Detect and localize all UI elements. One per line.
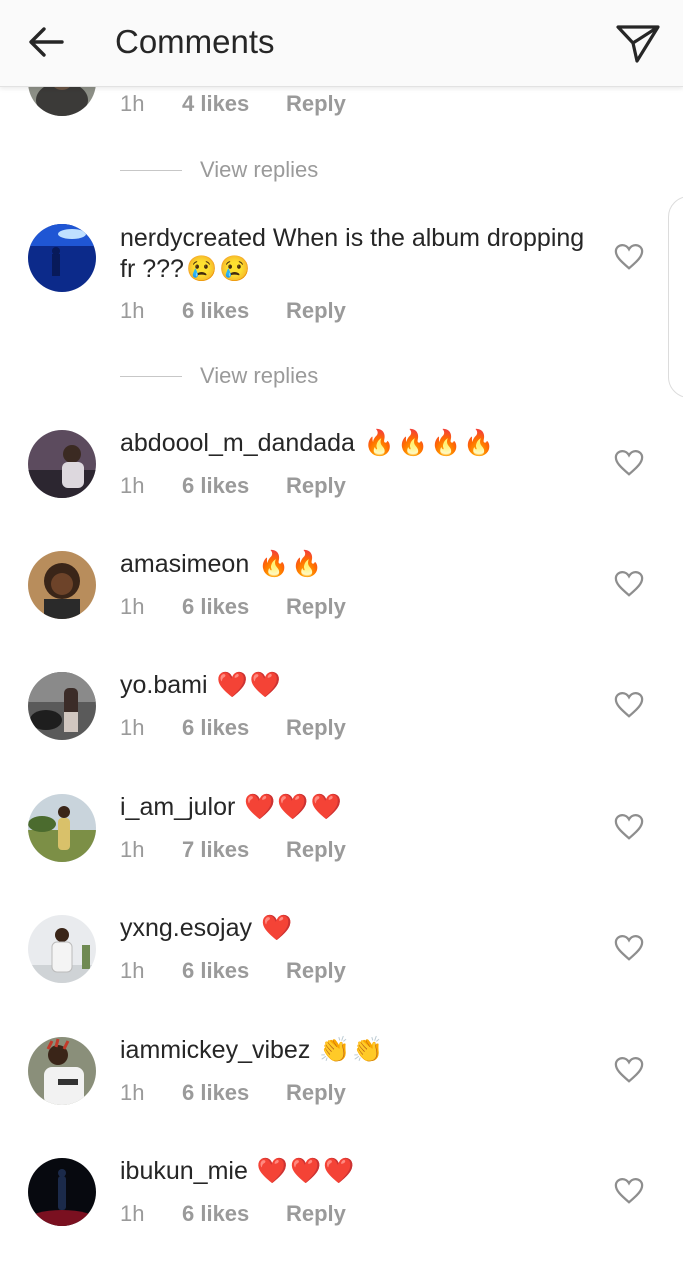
top-app-bar: Comments (0, 0, 683, 87)
comment-emoji: ❤️❤️❤️ (244, 793, 344, 821)
comment-text: yxng.esojay ❤️ (120, 913, 590, 944)
share-button[interactable] (610, 18, 666, 68)
paper-plane-icon (616, 25, 660, 63)
comment-time: 1h (120, 594, 145, 619)
comment-meta: 1h 6 likes Reply (120, 714, 346, 742)
reply-button[interactable]: Reply (286, 957, 346, 985)
view-replies-label: View replies (200, 363, 319, 388)
comment-time: 1h (120, 1080, 145, 1105)
reply-button[interactable]: Reply (286, 836, 346, 864)
username[interactable]: abdoool_m_dandada (120, 429, 355, 457)
comment-time: 1h (120, 473, 145, 498)
comment-text: yo.bami ❤️❤️ (120, 670, 590, 701)
comment-emoji: ❤️❤️❤️ (256, 1157, 357, 1185)
username[interactable]: yo.bami (120, 671, 208, 699)
heart-icon[interactable] (614, 1177, 644, 1205)
heart-icon[interactable] (614, 570, 644, 598)
reply-button[interactable]: Reply (286, 1079, 346, 1107)
heart-icon[interactable] (614, 243, 644, 271)
reply-button[interactable]: Reply (286, 297, 346, 325)
avatar[interactable] (28, 1158, 96, 1226)
comment-meta: 1h 6 likes Reply (120, 472, 346, 500)
comment-emoji: 😢😢 (185, 255, 253, 283)
heart-icon[interactable] (614, 934, 644, 962)
comment-likes[interactable]: 6 likes (182, 957, 286, 985)
divider (120, 375, 182, 377)
reply-button[interactable]: Reply (286, 714, 346, 742)
comment-text: amasimeon 🔥🔥 (120, 549, 590, 580)
comment-likes[interactable]: 6 likes (182, 1079, 286, 1107)
comment-meta: 1h 6 likes Reply (120, 593, 346, 621)
divider (120, 169, 182, 171)
heart-icon[interactable] (614, 1056, 644, 1084)
comment-meta: 1h 7 likes Reply (120, 836, 346, 864)
comment-time: 1h (120, 837, 145, 862)
comment-text: i_am_julor ❤️❤️❤️ (120, 792, 590, 823)
comment-meta: 1h 6 likes Reply (120, 1200, 346, 1228)
comment-emoji: 🔥🔥🔥🔥 (363, 429, 497, 457)
comment-likes[interactable]: 6 likes (182, 297, 286, 325)
view-replies-button[interactable]: View replies (120, 361, 318, 391)
reply-button[interactable]: Reply (286, 90, 346, 118)
comment-likes[interactable]: 6 likes (182, 714, 286, 742)
username[interactable]: ibukun_mie (120, 1157, 248, 1185)
reply-button[interactable]: Reply (286, 472, 346, 500)
comment-time: 1h (120, 1201, 145, 1226)
heart-icon[interactable] (614, 813, 644, 841)
comment-text: ibukun_mie ❤️❤️❤️ (120, 1156, 590, 1187)
comment-meta: 1h 6 likes Reply (120, 297, 346, 325)
comment-time: 1h (120, 715, 145, 740)
avatar[interactable] (28, 430, 96, 498)
avatar[interactable] (28, 915, 96, 983)
comment-time: 1h (120, 958, 145, 983)
avatar[interactable] (28, 1037, 96, 1105)
comment-emoji: 🔥🔥 (258, 550, 325, 578)
comment-text: abdoool_m_dandada 🔥🔥🔥🔥 (120, 428, 590, 459)
comment-emoji: ❤️ (260, 914, 295, 942)
comments-screen: 1h 4 likes Reply View replies nerdycreated… (0, 0, 683, 1267)
side-panel-handle[interactable] (668, 196, 683, 398)
comment-likes[interactable]: 7 likes (182, 836, 286, 864)
comment-emoji: ❤️❤️ (216, 671, 283, 699)
comment-text: iammickey_vibez 👏👏 (120, 1035, 590, 1066)
comment-meta: 1h 6 likes Reply (120, 1079, 346, 1107)
comment-text: nerdycreated When is the album dropping … (120, 223, 590, 285)
view-replies-button[interactable]: View replies (120, 155, 318, 185)
avatar[interactable] (28, 794, 96, 862)
comment-likes[interactable]: 6 likes (182, 472, 286, 500)
view-replies-label: View replies (200, 157, 319, 182)
heart-icon[interactable] (614, 691, 644, 719)
reply-button[interactable]: Reply (286, 1200, 346, 1228)
comment-meta: 1h 4 likes Reply (120, 90, 346, 118)
comment-emoji: 👏👏 (319, 1036, 386, 1064)
comment-likes[interactable]: 4 likes (182, 90, 286, 118)
comment-likes[interactable]: 6 likes (182, 593, 286, 621)
arrow-left-icon (29, 27, 64, 57)
avatar[interactable] (28, 551, 96, 619)
comment-meta: 1h 6 likes Reply (120, 957, 346, 985)
avatar[interactable] (28, 672, 96, 740)
reply-button[interactable]: Reply (286, 593, 346, 621)
comment-time: 1h (120, 298, 145, 323)
back-button[interactable] (22, 20, 70, 64)
username[interactable]: nerdycreated (120, 224, 266, 252)
comment-time: 1h (120, 91, 145, 116)
username[interactable]: iammickey_vibez (120, 1036, 310, 1064)
page-title: Comments (115, 23, 275, 60)
comment-likes[interactable]: 6 likes (182, 1200, 286, 1228)
heart-icon[interactable] (614, 449, 644, 477)
avatar[interactable] (28, 224, 96, 292)
username[interactable]: yxng.esojay (120, 914, 252, 942)
username[interactable]: amasimeon (120, 550, 249, 578)
username[interactable]: i_am_julor (120, 793, 235, 821)
